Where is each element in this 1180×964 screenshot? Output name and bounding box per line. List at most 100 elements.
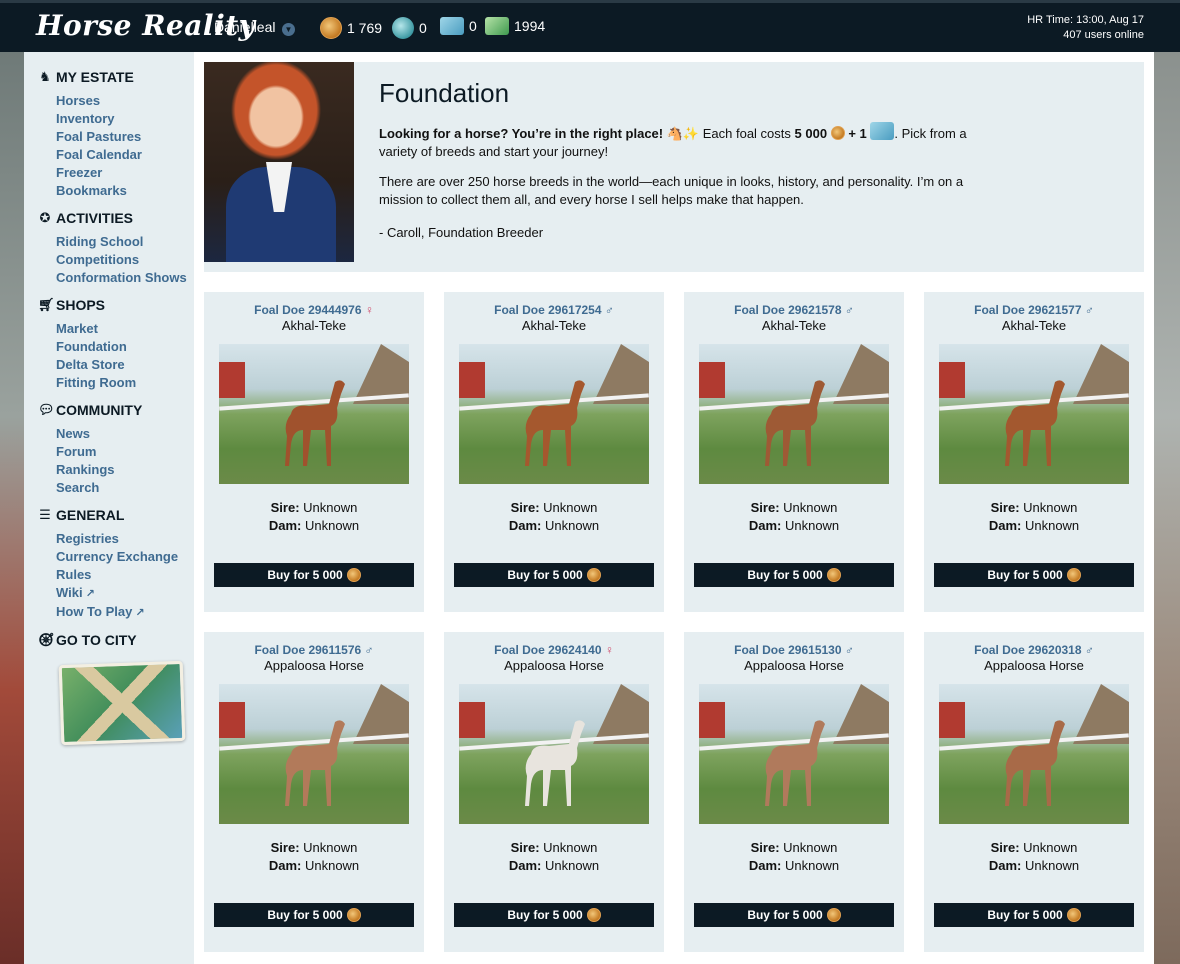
sidebar-item-forum[interactable]: Forum — [56, 443, 194, 461]
buy-button[interactable]: Buy for 5 000 — [214, 903, 414, 927]
horse-breed: Appaloosa Horse — [264, 658, 364, 673]
sidebar-item-horses[interactable]: Horses — [56, 92, 194, 110]
sidebar-item-rules[interactable]: Rules — [56, 566, 194, 584]
top-bar: Horse Reality Danielleal ▼ 1 769 0 0 199… — [0, 0, 1180, 52]
sire-value: Unknown — [303, 840, 358, 855]
buy-button[interactable]: Buy for 5 000 — [694, 903, 894, 927]
sire-value: Unknown — [543, 500, 598, 515]
horse-name[interactable]: Foal Doe 29624140 ♀ — [444, 643, 664, 657]
sidebar-item-rankings[interactable]: Rankings — [56, 461, 194, 479]
buy-button[interactable]: Buy for 5 000 — [694, 563, 894, 587]
currency-pass[interactable]: 0 — [392, 17, 427, 39]
sidebar-item-fitting-room[interactable]: Fitting Room — [56, 374, 194, 392]
sidebar-item-registries[interactable]: Registries — [56, 530, 194, 548]
section-title: ♞ MY ESTATE — [39, 69, 134, 85]
chevron-down-icon[interactable]: ▼ — [282, 23, 295, 36]
barn-shape — [459, 362, 485, 398]
username[interactable]: Danielleal — [214, 19, 275, 35]
currency-coins[interactable]: 1 769 — [320, 17, 382, 39]
horse-name[interactable]: Foal Doe 29617254 ♂ — [444, 303, 664, 317]
horse-breed: Akhal-Teke — [281, 318, 347, 333]
horse-name[interactable]: Foal Doe 29611576 ♂ — [204, 643, 424, 657]
city-map-image[interactable] — [58, 660, 186, 746]
list-icon: ☰ — [39, 507, 51, 522]
horseshoe-coin-icon — [586, 568, 601, 582]
horse-card: Foal Doe 29444976 ♀ Akhal-Teke Sire: Unk… — [204, 292, 424, 612]
sidebar-item-how-to-play[interactable]: How To Play ↗ — [56, 603, 194, 622]
sidebar-item-inventory[interactable]: Inventory — [56, 110, 194, 128]
background-right — [1154, 52, 1180, 964]
horse-name[interactable]: Foal Doe 29621578 ♂ — [684, 303, 904, 317]
buy-button[interactable]: Buy for 5 000 — [934, 903, 1134, 927]
intro-lead: Looking for a horse? You’re in the right… — [379, 122, 1004, 161]
male-icon: ♂ — [844, 303, 854, 317]
sidebar-item-bookmarks[interactable]: Bookmarks — [56, 182, 194, 200]
horse-breed: Akhal-Teke — [521, 318, 587, 333]
horse-image[interactable] — [939, 684, 1129, 824]
male-icon: ♂ — [1084, 643, 1094, 657]
horse-emoji-icon: 🐴✨ — [666, 126, 700, 141]
sidebar-item-market[interactable]: Market — [56, 320, 194, 338]
barn-shape — [939, 702, 965, 738]
users-online: 407 users online — [1063, 29, 1144, 41]
go-to-city-link[interactable]: 🧭︎ GO TO CITY — [38, 631, 194, 649]
sidebar-item-freezer[interactable]: Freezer — [56, 164, 194, 182]
horse-image[interactable] — [219, 684, 409, 824]
dam-value: Unknown — [1024, 518, 1080, 533]
barn-shape — [219, 702, 245, 738]
foal-figure — [525, 720, 585, 806]
sidebar-item-riding-school[interactable]: Riding School — [56, 233, 194, 251]
ticket-icon — [870, 122, 895, 140]
section-title: ✪ ACTIVITIES — [39, 210, 134, 226]
horse-card: Foal Doe 29621578 ♂ Akhal-Teke Sire: Unk… — [684, 292, 904, 612]
sidebar-item-delta-store[interactable]: Delta Store — [56, 356, 194, 374]
horse-breed: Appaloosa Horse — [744, 658, 844, 673]
buy-button[interactable]: Buy for 5 000 — [214, 563, 414, 587]
horse-image[interactable] — [219, 344, 409, 484]
horse-name[interactable]: Foal Doe 29620318 ♂ — [924, 643, 1144, 657]
horseshoe-coin-icon — [320, 17, 342, 39]
horse-image[interactable] — [459, 684, 649, 824]
sidebar-item-foundation[interactable]: Foundation — [56, 338, 194, 356]
horse-breed: Akhal-Teke — [761, 318, 827, 333]
horse-breed: Appaloosa Horse — [984, 658, 1084, 673]
foal-figure — [285, 720, 345, 806]
foal-figure — [1005, 720, 1065, 806]
pass-token-icon — [392, 17, 414, 39]
horse-name[interactable]: Foal Doe 29444976 ♀ — [204, 303, 424, 317]
page-title: Foundation — [379, 78, 510, 108]
horse-card: Foal Doe 29617254 ♂ Akhal-Teke Sire: Unk… — [444, 292, 664, 612]
sidebar-item-conformation-shows[interactable]: Conformation Shows — [56, 269, 194, 287]
sidebar-item-foal-pastures[interactable]: Foal Pastures — [56, 128, 194, 146]
sidebar-item-news[interactable]: News — [56, 425, 194, 443]
sidebar-item-foal-calendar[interactable]: Foal Calendar — [56, 146, 194, 164]
horse-image[interactable] — [699, 684, 889, 824]
horse-name[interactable]: Foal Doe 29615130 ♂ — [684, 643, 904, 657]
barn-shape — [699, 362, 725, 398]
horse-card: Foal Doe 29624140 ♀ Appaloosa Horse Sire… — [444, 632, 664, 952]
horseshoe-coin-icon — [346, 568, 361, 582]
horse-card: Foal Doe 29611576 ♂ Appaloosa Horse Sire… — [204, 632, 424, 952]
buy-button[interactable]: Buy for 5 000 — [454, 563, 654, 587]
sidebar-item-search[interactable]: Search — [56, 479, 194, 497]
horse-name[interactable]: Foal Doe 29621577 ♂ — [924, 303, 1144, 317]
sire-value: Unknown — [303, 500, 358, 515]
currency-tickets[interactable]: 0 — [440, 17, 477, 35]
sidebar-item-currency-exchange[interactable]: Currency Exchange — [56, 548, 194, 566]
horse-image[interactable] — [939, 344, 1129, 484]
background-left — [0, 52, 24, 964]
buy-button[interactable]: Buy for 5 000 — [454, 903, 654, 927]
sidebar-item-wiki[interactable]: Wiki ↗ — [56, 584, 194, 603]
horseshoe-coin-icon — [1066, 908, 1081, 922]
server-status: HR Time: 13:00, Aug 17 407 users online — [1027, 13, 1144, 43]
horse-image[interactable] — [699, 344, 889, 484]
sire-value: Unknown — [783, 840, 838, 855]
buy-button[interactable]: Buy for 5 000 — [934, 563, 1134, 587]
currency-bills[interactable]: 1994 — [485, 17, 545, 35]
barn-shape — [219, 362, 245, 398]
sidebar-section-activities: ✪ ACTIVITIES Riding School Competitions C… — [38, 209, 194, 287]
female-icon: ♀ — [604, 643, 614, 657]
intro-paragraph: There are over 250 horse breeds in the w… — [379, 174, 964, 207]
horse-image[interactable] — [459, 344, 649, 484]
sidebar-item-competitions[interactable]: Competitions — [56, 251, 194, 269]
